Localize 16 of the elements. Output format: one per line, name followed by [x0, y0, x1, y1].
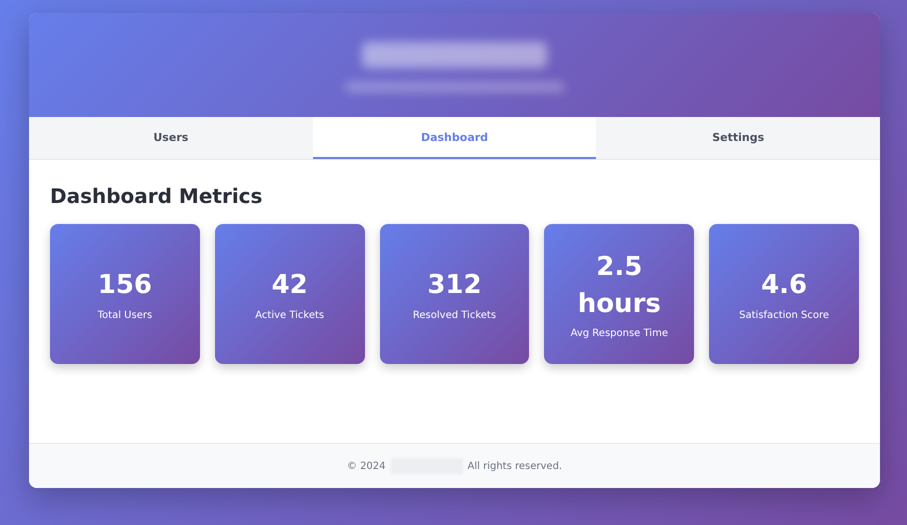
- tab[interactable]: Dashboard: [312, 117, 596, 159]
- metric-value: 42: [272, 269, 308, 302]
- rights-text: All rights reserved.: [468, 460, 562, 472]
- tab[interactable]: Settings: [596, 117, 880, 159]
- metric-label: Total Users: [98, 310, 152, 321]
- metric-value: 156: [98, 269, 152, 302]
- copyright-text: © 2024: [346, 460, 386, 472]
- tab[interactable]: Users: [29, 117, 313, 159]
- metric-value: 2.5 hours: [576, 251, 662, 320]
- metric-label: Satisfaction Score: [739, 310, 830, 321]
- metric-label: Resolved Tickets: [412, 310, 496, 321]
- metric-value: 312: [427, 269, 482, 302]
- section-title: Dashboard Metrics: [50, 184, 264, 208]
- metric-label: Active Tickets: [255, 310, 324, 321]
- metric-label: Avg Response Time: [570, 328, 668, 339]
- metric-value: 4.6: [761, 269, 808, 302]
